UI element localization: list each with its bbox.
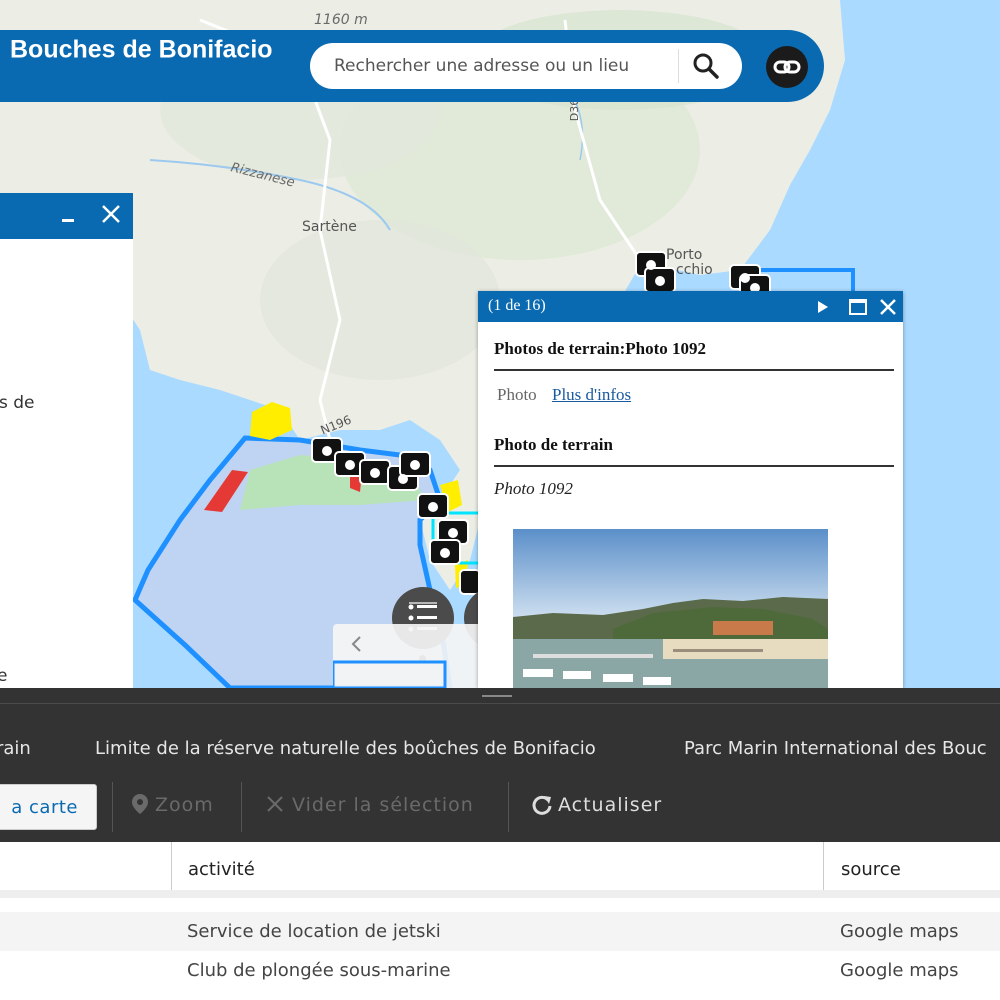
clear-selection-button[interactable]: Vider la sélection (292, 794, 474, 816)
tab-parc-marin[interactable]: Parc Marin International des Bouc (684, 738, 987, 759)
toolbar-separator (241, 782, 242, 832)
refresh-icon (532, 795, 552, 815)
close-button[interactable] (98, 199, 124, 229)
search-button[interactable] (690, 51, 722, 81)
zoom-button[interactable]: Zoom (155, 794, 214, 816)
carousel-prev-button[interactable] (347, 632, 367, 656)
cell-source: Google maps (840, 921, 959, 942)
maximize-icon (849, 299, 867, 315)
minimize-icon (62, 219, 74, 222)
map-label-elevation: 1160 m (314, 12, 368, 28)
tab-reserve-limit[interactable]: Limite de la réserve naturelle des boûch… (95, 738, 596, 759)
popup-header: (1 de 16) (478, 291, 903, 322)
search-input[interactable] (334, 43, 674, 89)
search-icon (693, 53, 719, 79)
maximize-button[interactable] (848, 297, 868, 317)
cell-activite: Club de plongée sous-marine (187, 960, 451, 981)
popup-divider (494, 369, 894, 371)
close-icon (880, 299, 896, 315)
popup-close-button[interactable] (877, 296, 899, 318)
carousel-panel (333, 624, 478, 688)
toolbar-separator (508, 782, 509, 832)
close-icon (102, 205, 120, 223)
table-row[interactable]: Club de plongée sous-marine Google maps (0, 951, 1000, 990)
clear-x-icon (267, 796, 283, 812)
column-header-activite[interactable]: activité (188, 859, 255, 880)
map-view[interactable]: 1160 m Rizzanese Sartène Porto cchio N19… (0, 0, 1000, 688)
map-label-vecchio: cchio (676, 262, 713, 278)
chevron-left-icon (351, 636, 361, 652)
table-row[interactable]: Service de location de jetski Google map… (0, 912, 1000, 951)
more-info-link[interactable]: Plus d'infos (552, 385, 631, 405)
next-feature-button[interactable] (814, 297, 832, 317)
cell-activite: Service de location de jetski (187, 921, 441, 942)
feature-popup: (1 de 16) Photos de terrain:Photo 1092 P… (478, 291, 903, 688)
map-label-sartene: Sartène (302, 219, 357, 235)
left-panel-text: e (0, 666, 8, 686)
map-label-porto: Porto (666, 247, 703, 263)
left-panel-header (0, 193, 133, 239)
filter-by-map-button[interactable]: a carte (0, 784, 97, 830)
toolbar-separator (112, 782, 113, 832)
popup-divider (494, 465, 894, 467)
popup-counter: (1 de 16) (488, 297, 546, 314)
app-title: Bouches de Bonifacio (10, 35, 273, 64)
resize-handle[interactable] (482, 695, 512, 697)
minimize-button[interactable] (58, 201, 78, 229)
tab-photos[interactable]: rain (0, 738, 31, 759)
search-divider (678, 49, 679, 83)
field-photo[interactable] (513, 529, 828, 688)
search-box (310, 43, 742, 89)
link-icon (773, 60, 801, 74)
attribute-table-panel: rain Limite de la réserve naturelle des … (0, 688, 1000, 1000)
panel-divider (0, 703, 1000, 704)
cell-source: Google maps (840, 960, 959, 981)
photo-image (513, 529, 828, 688)
play-icon (818, 301, 828, 313)
left-panel (0, 193, 133, 688)
refresh-button[interactable]: Actualiser (558, 794, 662, 816)
location-pin-icon (132, 794, 148, 814)
share-link-button[interactable] (766, 46, 808, 88)
popup-field-label: Photo (497, 385, 537, 404)
table-body: Service de location de jetski Google map… (0, 890, 1000, 1000)
popup-caption: Photo 1092 (494, 479, 573, 498)
popup-title: Photos de terrain:Photo 1092 (494, 339, 707, 358)
popup-section-title: Photo de terrain (494, 435, 613, 454)
left-panel-text: s de (0, 393, 35, 413)
column-header-source[interactable]: source (841, 859, 901, 880)
table-row-partial (0, 890, 1000, 898)
